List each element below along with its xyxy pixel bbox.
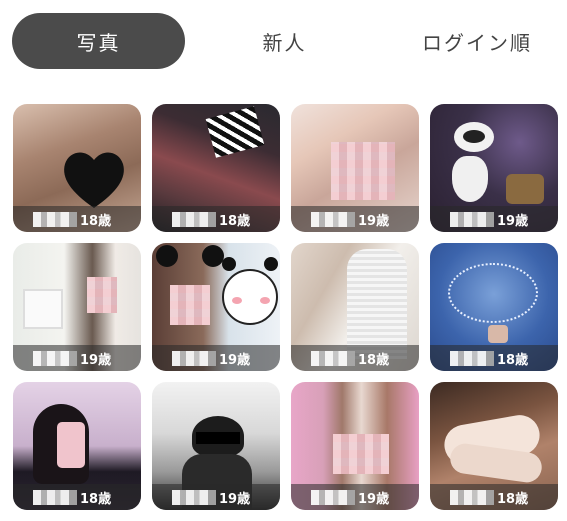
profile-age: 18歳 (80, 491, 112, 507)
profile-age: 18歳 (358, 352, 390, 368)
profile-caption: 18歳 (430, 484, 558, 510)
profile-age: 19歳 (358, 213, 390, 229)
profile-card[interactable]: 18歳 (430, 243, 558, 371)
face-mosaic (87, 277, 117, 313)
profile-caption: 19歳 (13, 345, 141, 371)
name-mosaic (33, 350, 77, 366)
profile-card[interactable]: 19歳 (13, 243, 141, 371)
tab-login-order[interactable]: ログイン順 (397, 13, 557, 69)
heart-censor-icon (64, 152, 124, 208)
profile-caption: 18歳 (13, 206, 141, 232)
profile-caption: 19歳 (291, 484, 419, 510)
tab-login-order-label: ログイン順 (422, 30, 532, 55)
tab-new-label: 新人 (262, 30, 307, 55)
profile-card[interactable]: 18歳 (291, 243, 419, 371)
profile-caption: 18歳 (430, 345, 558, 371)
profile-age: 19歳 (358, 491, 390, 507)
name-mosaic (450, 489, 494, 505)
profile-age: 19歳 (219, 352, 251, 368)
profile-caption: 19歳 (430, 206, 558, 232)
name-mosaic (172, 489, 216, 505)
tab-bar: 写真 新人 ログイン順 (12, 13, 557, 69)
profile-card[interactable]: 18歳 (152, 104, 280, 232)
face-mosaic (333, 434, 389, 474)
profile-card[interactable]: 18歳 (13, 104, 141, 232)
profile-card[interactable]: 19歳 (152, 382, 280, 510)
profile-card[interactable]: 19歳 (291, 382, 419, 510)
profile-card[interactable]: 19歳 (430, 104, 558, 232)
profile-caption: 18歳 (152, 206, 280, 232)
profile-caption: 18歳 (13, 484, 141, 510)
name-mosaic (311, 211, 355, 227)
profile-age: 18歳 (219, 213, 251, 229)
profile-card[interactable]: 19歳 (152, 243, 280, 371)
profile-age: 19歳 (497, 213, 529, 229)
face-mosaic (170, 285, 210, 325)
name-mosaic (450, 350, 494, 366)
tab-photos[interactable]: 写真 (12, 13, 185, 69)
profile-age: 19歳 (80, 352, 112, 368)
name-mosaic (311, 489, 355, 505)
profile-age: 18歳 (497, 491, 529, 507)
name-mosaic (172, 211, 216, 227)
profile-card[interactable]: 19歳 (291, 104, 419, 232)
name-mosaic (311, 350, 355, 366)
tab-photos-label: 写真 (76, 30, 121, 55)
profile-age: 18歳 (497, 352, 529, 368)
profile-caption: 19歳 (152, 345, 280, 371)
name-mosaic (33, 489, 77, 505)
profile-age: 19歳 (219, 491, 251, 507)
profile-card[interactable]: 18歳 (430, 382, 558, 510)
profile-age: 18歳 (80, 213, 112, 229)
name-mosaic (450, 211, 494, 227)
face-mosaic (331, 142, 395, 200)
profile-caption: 19歳 (152, 484, 280, 510)
profile-caption: 19歳 (291, 206, 419, 232)
tab-new[interactable]: 新人 (212, 13, 357, 69)
profile-card[interactable]: 18歳 (13, 382, 141, 510)
name-mosaic (33, 211, 77, 227)
name-mosaic (172, 350, 216, 366)
profile-caption: 18歳 (291, 345, 419, 371)
